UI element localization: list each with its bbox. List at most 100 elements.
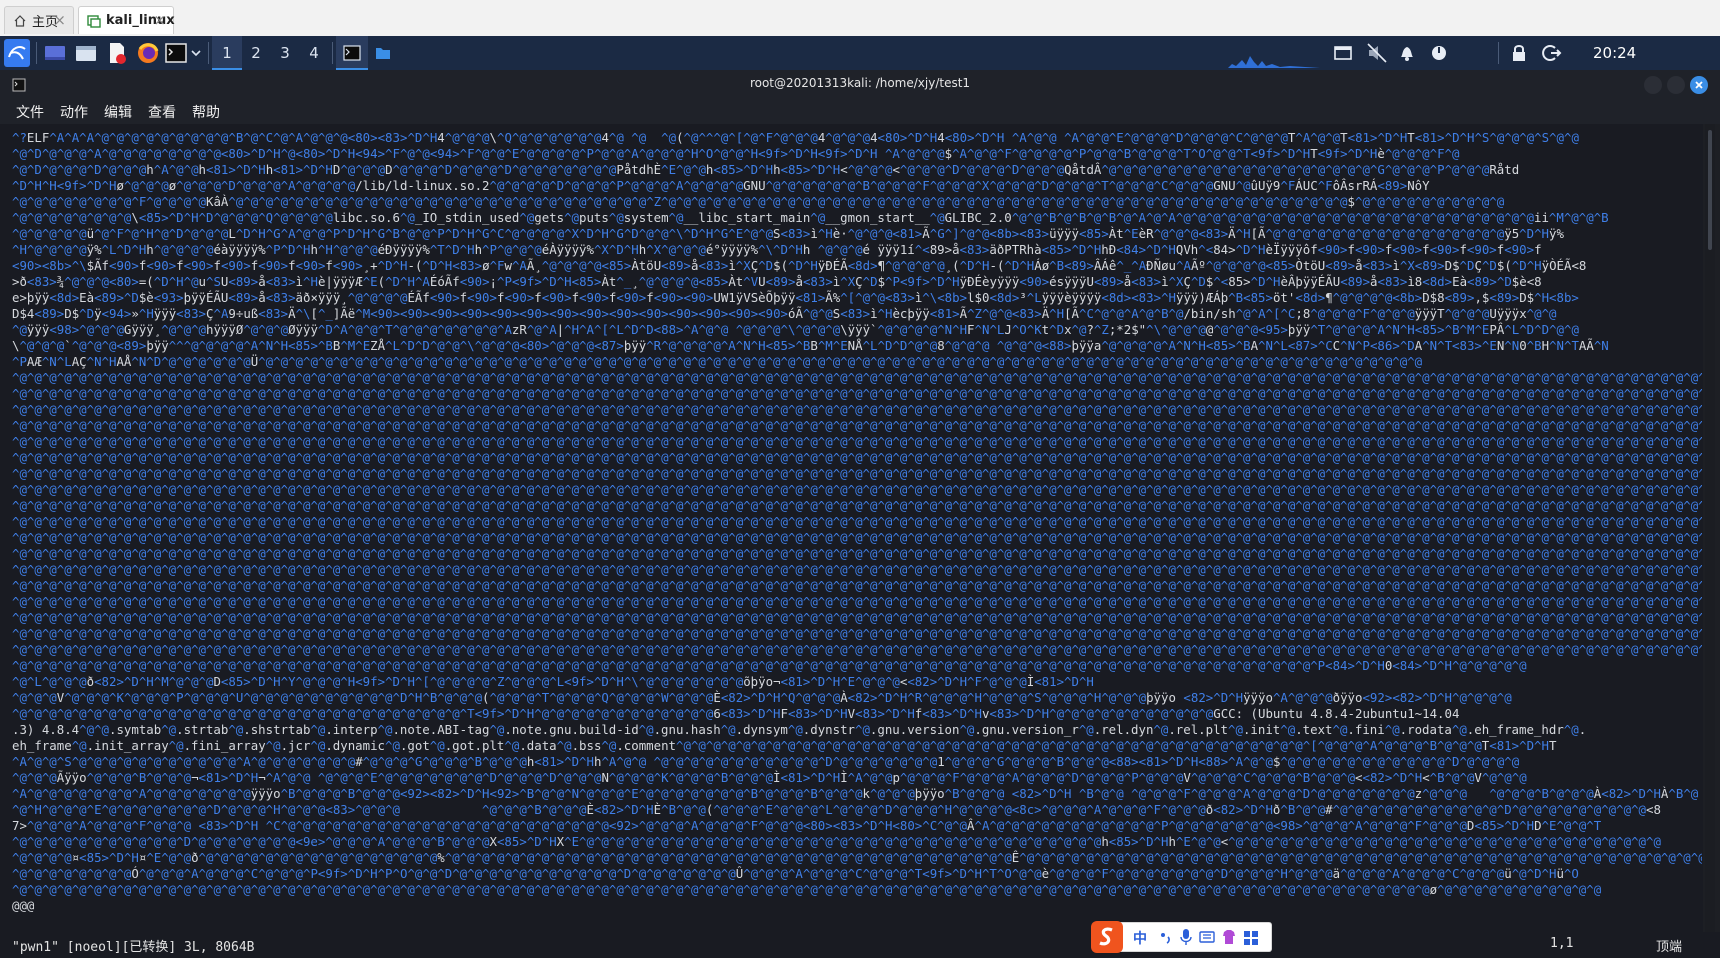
buffer-line[interactable]: ^@^D^@^@^@^D^@^@^@h^A^@^@h<81>^D^Hh<81>^… <box>12 162 1702 178</box>
buffer-line[interactable]: ^@^@^@^@^@^@^@^@^@^@^@^@^@^@^@^@^@^@^@^@… <box>12 402 1702 418</box>
buffer-line[interactable]: ^@^@^@^@^@^@^@^@^@^@^@^@^@^@^@^@^@^@^@^@… <box>12 594 1702 610</box>
buffer-line[interactable]: e>þÿÿ<8d>Eà<89>^D$è<93>þÿÿÉÃU<89>å<83>äð… <box>12 290 1702 306</box>
panel-separator <box>208 42 209 64</box>
buffer-line[interactable]: >ð<83>¾^@^@^@<80>=(^D^H^@u^SU<89>å<83>ì^… <box>12 274 1702 290</box>
buffer-line[interactable]: ^@^@^@^@^@^@^@^@^@^@^@^@^@^@^@^@^@^@^@^@… <box>12 514 1702 530</box>
buffer-line[interactable]: ^H^@^@^@^@ÿ%^L^D^Hh^@^@^@^@éàÿÿÿÿ%^P^D^H… <box>12 242 1702 258</box>
buffer-line[interactable]: ^@^@^@^@^@ü^@^F^@^H^@^D^@^@^@L^D^H^G^A^@… <box>12 226 1702 242</box>
buffer-line[interactable]: ^A^@^@^@^@^@^@^@^A^@^@^@^@^@^@^@ÿÿÿo^B^@… <box>12 786 1702 802</box>
buffer-line[interactable]: ^@^@^@^@^@^@^@^@^@^@^@^@^@^@^@^@^@^@^@^@… <box>12 466 1702 482</box>
ime-mode-chinese[interactable]: 中 <box>1133 928 1147 948</box>
volume-muted-icon[interactable] <box>1365 41 1391 65</box>
text-editor-icon[interactable] <box>106 41 132 65</box>
kali-menu-icon[interactable] <box>4 39 30 67</box>
menu-file[interactable]: 文件 <box>16 102 44 122</box>
toolbox-grid-icon[interactable] <box>1243 928 1259 950</box>
window-title: root@20201313kali: /home/xjy/test1 <box>749 76 971 90</box>
logout-icon[interactable] <box>1540 41 1566 65</box>
firefox-icon[interactable] <box>136 41 162 65</box>
buffer-line[interactable]: ^@^@^@^@¤<85>^D^H¤^E^@^@ð^@^@^@^@^@^@^@^… <box>12 850 1702 866</box>
workspace-1[interactable]: 1 <box>212 36 242 70</box>
taskbar-terminal-window[interactable] <box>336 36 368 70</box>
tab-home[interactable]: 主页 × <box>4 6 74 34</box>
maximize-button[interactable] <box>1667 76 1685 94</box>
buffer-line[interactable]: ^@^@^@^@^@^@^@^@^@^@^@^@^@^@^@^@^@^@^@^@… <box>12 546 1702 562</box>
workspace-2[interactable]: 2 <box>241 36 271 70</box>
buffer-line[interactable]: ^@^@^@Ãÿÿo^@^@^@^B^@^@^@¬<81>^D^H¬^A^@^@… <box>12 770 1702 786</box>
buffer-line[interactable]: ^@^@^@^@^@^@^@^@^@^@^@^@^@^@^@^@^@^@^@^@… <box>12 626 1702 642</box>
tab-kali-linux[interactable]: kali_linux × <box>78 6 175 34</box>
buffer-line[interactable]: ^@^@^@^@^@^@^@^@^@^@^@^@^@^@^@^@^@^@^@^@… <box>12 450 1702 466</box>
workspace-switcher-icon[interactable] <box>1332 41 1358 65</box>
buffer-line[interactable]: ^@^@^@^@^@^@^@^@^@^@^@^@^@^@^@^@^@^@^@^@… <box>12 642 1702 658</box>
chevron-down-icon[interactable] <box>188 41 204 65</box>
workspace-4[interactable]: 4 <box>299 36 329 70</box>
vim-status-line: "pwn1" [noeol][已转换] 3L, 8064B 1,1 顶端 <box>0 932 1720 958</box>
close-button[interactable] <box>1690 76 1708 94</box>
panel-clock[interactable]: 20:24 <box>1593 36 1636 70</box>
buffer-line[interactable]: ^D^H^H<9f>^D^Hø^@^@^@ø^@^@^@^D^@^@^@^A^@… <box>12 178 1702 194</box>
buffer-line[interactable]: .3) 4.8.4^@^@.symtab^@.strtab^@.shstrtab… <box>12 722 1702 738</box>
buffer-line[interactable]: ^@^@^@^@^@^@^@^@^@^@^@^@^@^@^@^@^@^@^@^@… <box>12 578 1702 594</box>
buffer-line[interactable]: \^@^@^@`^@^@^@<89>þÿÿ^^^@^@^@^@^A^N^H<85… <box>12 338 1702 354</box>
buffer-line[interactable]: ^@^@^@^@^@^@^@^@^@^@^@^@^@^@^@^@^@^@^@^@… <box>12 562 1702 578</box>
buffer-line[interactable]: ^@^@^@^@^@^@^@^@^@^@^@^D^@^@^@^@^@^@^@<9… <box>12 834 1702 850</box>
buffer-line[interactable]: <90><8b>^\$Ãf<90>f<90>f<90>f<90>f<90>f<9… <box>12 258 1702 274</box>
status-file-info: "pwn1" [noeol][已转换] 3L, 8064B <box>12 940 255 955</box>
buffer-line[interactable]: ^?ELF^A^A^A^@^@^@^@^@^@^@^@^@^B^@^C^@^A^… <box>12 130 1702 146</box>
sogou-logo-icon <box>1091 921 1123 957</box>
menu-actions[interactable]: 动作 <box>60 102 88 122</box>
buffer-line[interactable]: ^@^@^@^@^@^@^@^@^@^@^@^@^@^@^@^@^@^@^@^@… <box>12 530 1702 546</box>
buffer-line[interactable]: ^@^@^@^@^@^@^@^@^@^@^@^@^@^@^@^@^@^@^@^@… <box>12 482 1702 498</box>
buffer-line[interactable]: ^@^@^@^@^@^@^@^@^@^@^@^@^@^@^@^@^@^@^@^@… <box>12 370 1702 386</box>
show-desktop-icon[interactable] <box>44 41 70 65</box>
buffer-line[interactable]: ^@^@^@^@^@^@^@^@^@^@^@^@^@^@^@^@^@^@^@^@… <box>12 610 1702 626</box>
punctuation-icon[interactable] <box>1159 928 1173 950</box>
buffer-line[interactable]: ^@^@^@^@^@^@^@^@^@^@^@^@^@^@^@^@^@^@^@^@… <box>12 658 1702 674</box>
buffer-line[interactable]: ^@^D^@^@^@^A^@^@^@^@^@^@^@^@<80>^D^H^@<8… <box>12 146 1702 162</box>
buffer-line[interactable]: ^PAÆ^N^LAÇ^N^HAÅ^N^D^@^@^@^@^@^@Ü^@^@^@^… <box>12 354 1702 370</box>
keyboard-icon[interactable] <box>1199 928 1215 950</box>
vim-buffer-text[interactable]: ^?ELF^A^A^A^@^@^@^@^@^@^@^@^@^B^@^C^@^A^… <box>12 130 1702 914</box>
terminal-launcher-icon[interactable] <box>164 41 190 65</box>
close-icon[interactable]: × <box>53 11 66 29</box>
workspace-3[interactable]: 3 <box>270 36 300 70</box>
menu-edit[interactable]: 编辑 <box>104 102 132 122</box>
buffer-line[interactable]: ^@^H^@^@^@^E^@^@^@^@^@^@^@^D^@^@^@^H^@^@… <box>12 802 1702 818</box>
buffer-line[interactable]: D$4<89>D$^Dÿ<94>»^Hÿÿÿ<83>Ç^A9÷uß<83>Ä^\… <box>12 306 1702 322</box>
buffer-line[interactable]: ^@ÿÿÿ<98>^@^@^@Gÿÿÿ¸^@^@^@hÿÿÿØ^@^@^@Øÿÿ… <box>12 322 1702 338</box>
buffer-line[interactable]: 7>^@^@^@^A^@^@^@^F^@^@^@ <83>^D^H ^C^@^@… <box>12 818 1702 834</box>
close-icon[interactable]: × <box>153 11 166 29</box>
buffer-line[interactable]: ^@^@^@^@^@^@^@^@^@^@^@^@^@^@^@^@^@^@^@^@… <box>12 386 1702 402</box>
window-titlebar[interactable]: root@20201313kali: /home/xjy/test1 <box>0 70 1720 98</box>
buffer-line[interactable]: ^@^@^@^@^@^@^@^@^@^@^@^@^@^@^@^@^@^@^@^@… <box>12 434 1702 450</box>
buffer-line[interactable]: ^@^@^@^@^@^@^@^@^@^@^@^@^@^@^@^@^@^@^@^@… <box>12 706 1702 722</box>
buffer-line[interactable]: eh_frame^@.init_array^@.fini_array^@.jcr… <box>12 738 1702 754</box>
buffer-line[interactable]: ^A^@^@^S^@^@^@^@^@^@^@^@^@^@^@^A^@^@^@^@… <box>12 754 1702 770</box>
buffer-line[interactable]: ^@^@^@^@^@^@^@^@^@^@^@^@^@^@^@^@^@^@^@^@… <box>12 418 1702 434</box>
terminal-viewport[interactable]: ^?ELF^A^A^A^@^@^@^@^@^@^@^@^@^B^@^C^@^A^… <box>0 124 1703 932</box>
menu-help[interactable]: 帮助 <box>192 102 220 122</box>
buffer-line[interactable]: ^@^L^@^@^@ð<82>^D^H^M^@^@^@D<85>^D^H^Y^@… <box>12 674 1702 690</box>
taskbar-file-window[interactable] <box>368 36 398 70</box>
ime-toolbar[interactable]: 中 <box>1091 921 1272 953</box>
menu-view[interactable]: 查看 <box>148 102 176 122</box>
menu-bar: 文件 动作 编辑 查看 帮助 <box>0 98 1720 124</box>
buffer-line[interactable]: @@@ <box>12 898 1702 914</box>
buffer-line[interactable]: ^@^@^@^@^@^@^@^@^@^@^@^@^@^@^@^@^@^@^@^@… <box>12 498 1702 514</box>
notification-bell-icon[interactable] <box>1396 41 1422 65</box>
microphone-icon[interactable] <box>1179 928 1193 950</box>
minimize-button[interactable] <box>1644 76 1662 94</box>
scrollbar-thumb[interactable] <box>1708 130 1712 250</box>
buffer-line[interactable]: ^@^@^@V^@^@^@^K^@^@^@^P^@^@^@^U^@^@^@^@^… <box>12 690 1702 706</box>
buffer-line[interactable]: ^@^@^@^@^@^@^@^@Ó^@^@^@^A^@^@^@^C^@^@^@^… <box>12 866 1702 882</box>
lock-icon[interactable] <box>1508 41 1534 65</box>
power-manager-icon[interactable] <box>1428 41 1454 65</box>
skin-icon[interactable] <box>1221 928 1237 950</box>
file-manager-icon[interactable] <box>74 41 100 65</box>
status-cursor-position: 1,1 <box>1550 936 1574 951</box>
terminal-scrollbar[interactable] <box>1705 124 1715 932</box>
buffer-line[interactable]: ^@^@^@^@^@^@^@^@^F^@^@^@^@KâÀ^@^@^@^@^@^… <box>12 194 1702 210</box>
buffer-line[interactable]: ^@^@^@^@^@^@^@^@\<85>^D^H^D^@^@^@^Q^@^@^… <box>12 210 1702 226</box>
buffer-line[interactable]: ^@^@^@^@^@^@^@^@^@^@^@^@^@^@^@^@^@^@^@^@… <box>12 882 1702 898</box>
